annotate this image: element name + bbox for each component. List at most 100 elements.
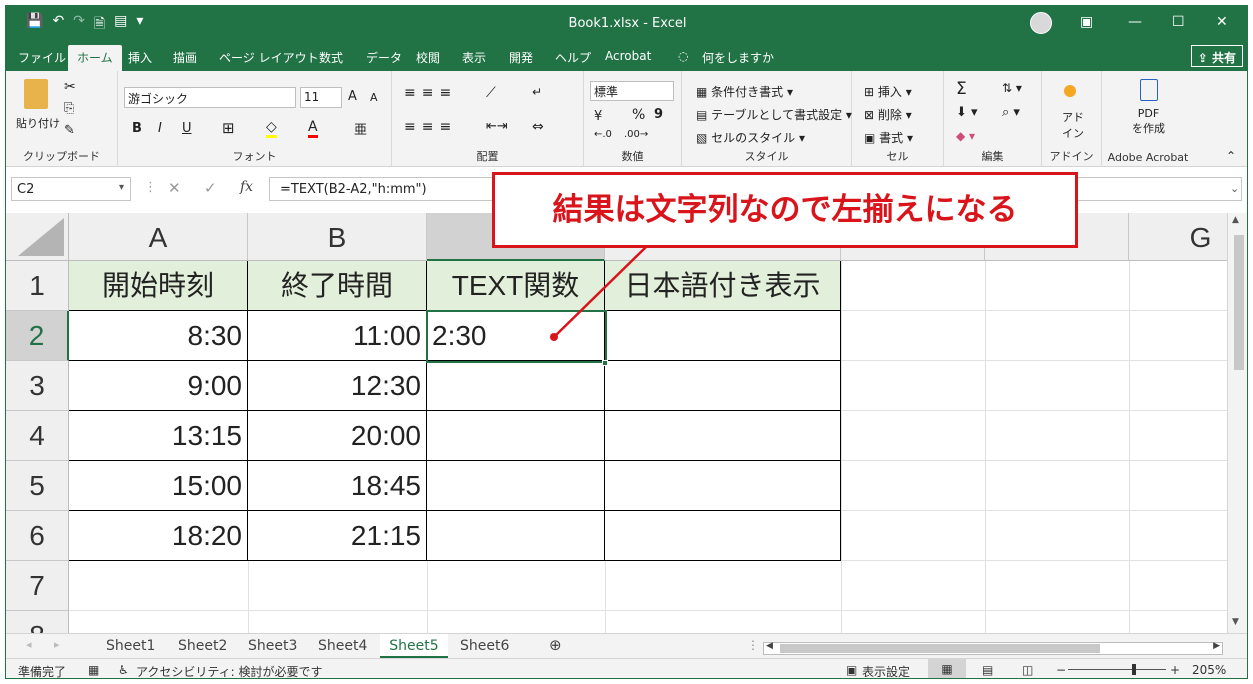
horizontal-scrollbar[interactable]: ◀ ▶ (763, 641, 1223, 655)
copy-icon[interactable]: ⎘ (64, 101, 74, 116)
create-pdf-button[interactable]: PDF を作成 (1132, 107, 1165, 136)
format-painter-icon[interactable]: ✎ (64, 123, 75, 138)
page-break-view-icon[interactable]: ◫ (1022, 663, 1033, 677)
hscroll-thumb[interactable] (780, 644, 1100, 653)
clear-icon[interactable]: ◆ ▾ (956, 129, 975, 143)
scroll-up-icon[interactable]: ▲ (1232, 215, 1239, 225)
ribbon-display-icon[interactable]: ▣ (1080, 14, 1093, 30)
tab-data[interactable]: データ (366, 49, 402, 66)
fill-color-icon[interactable]: ◇ (266, 119, 277, 138)
format-as-table-button[interactable]: ▤ テーブルとして書式設定 ▾ (696, 106, 852, 123)
maximize-button[interactable]: ☐ (1172, 14, 1185, 30)
expand-formula-icon[interactable]: ⌄ (1230, 182, 1239, 195)
cut-icon[interactable]: ✂ (64, 79, 76, 95)
paste-icon[interactable] (24, 79, 48, 109)
split-handle-icon[interactable]: ⋮ (747, 638, 759, 652)
vertical-scrollbar[interactable]: ▲ ▼ (1227, 213, 1247, 633)
bold-button[interactable]: B (132, 121, 142, 136)
font-color-icon[interactable]: A (308, 119, 318, 138)
shrink-font-button[interactable]: A (370, 91, 378, 104)
grow-font-button[interactable]: A (348, 89, 357, 104)
font-size-select[interactable]: 11 (300, 87, 342, 108)
name-box[interactable]: C2 (11, 177, 131, 201)
tab-file[interactable]: ファイル (18, 49, 66, 66)
addins-icon[interactable] (1064, 85, 1076, 97)
sort-filter-icon[interactable]: ⇅ ▾ (1002, 81, 1022, 95)
normal-view-icon[interactable]: ▦ (928, 659, 966, 678)
tab-insert[interactable]: 挿入 (128, 49, 152, 66)
italic-button[interactable]: I (158, 121, 162, 136)
share-button[interactable]: ⇪ 共有 (1190, 45, 1243, 67)
account-avatar[interactable] (1030, 12, 1052, 34)
conditional-formatting-button[interactable]: ▦ 条件付き書式 ▾ (696, 83, 793, 100)
display-settings-icon[interactable]: ▣ (846, 663, 857, 677)
tab-view[interactable]: 表示 (462, 49, 486, 66)
name-box-dropdown-icon[interactable]: ▾ (119, 182, 124, 193)
accounting-format-icon[interactable]: ¥ (594, 109, 602, 124)
zoom-out-button[interactable]: − (1056, 663, 1066, 677)
find-select-icon[interactable]: ⌕ ▾ (1002, 105, 1020, 120)
page-layout-view-icon[interactable]: ▤ (982, 663, 993, 677)
underline-button[interactable]: U (182, 121, 192, 136)
tab-formulas[interactable]: 数式 (319, 49, 343, 66)
tab-review[interactable]: 校閲 (416, 49, 440, 66)
hscroll-right-icon[interactable]: ▶ (1213, 641, 1220, 651)
insert-cells-button[interactable]: ⊞ 挿入 ▾ (864, 83, 912, 100)
close-button[interactable]: ✕ (1216, 14, 1228, 30)
sheet-tab-4[interactable]: Sheet4 (318, 638, 367, 654)
orientation-icon[interactable]: ⟋ (486, 85, 496, 101)
zoom-slider-thumb[interactable] (1132, 664, 1136, 675)
sheet-tab-6[interactable]: Sheet6 (460, 638, 509, 654)
sheet-scroll-left-icon[interactable]: ◂ (26, 638, 32, 651)
sheet-tab-1[interactable]: Sheet1 (106, 638, 155, 654)
indent-icons[interactable]: ⇤⇥ (486, 119, 508, 134)
tab-home[interactable]: ホーム (68, 45, 122, 71)
number-group: 標準 ¥ % 9 ←.0 .00→ 数値 (584, 71, 682, 167)
number-format-select[interactable]: 標準 (590, 81, 674, 101)
comma-style-button[interactable]: 9 (654, 107, 663, 122)
fill-icon[interactable]: ⬇ ▾ (956, 105, 978, 120)
paste-button[interactable]: 貼り付け (16, 115, 60, 131)
sheet-scroll-right-icon[interactable]: ▸ (54, 638, 60, 651)
scroll-down-icon[interactable]: ▼ (1232, 617, 1239, 627)
hscroll-left-icon[interactable]: ◀ (766, 641, 773, 651)
autosum-button[interactable]: Σ (956, 79, 967, 99)
phonetic-icon[interactable]: 亜 (354, 119, 367, 138)
zoom-level[interactable]: 205% (1192, 663, 1226, 677)
zoom-slider[interactable] (1068, 669, 1166, 670)
wrap-text-icon[interactable]: ↵ (532, 85, 542, 99)
addins-button[interactable]: アド イン (1062, 109, 1084, 141)
tab-page-layout[interactable]: ページ レイアウト (219, 49, 319, 66)
increase-decimal-icon[interactable]: ←.0 (594, 129, 612, 140)
merge-center-icon[interactable]: ⇔ (532, 119, 544, 135)
scroll-thumb[interactable] (1234, 235, 1244, 370)
vertical-align-icons[interactable]: ≡≡≡ (404, 85, 457, 101)
new-sheet-icon[interactable]: ⊕ (549, 636, 562, 654)
sheet-tab-3[interactable]: Sheet3 (248, 638, 297, 654)
horizontal-align-icons[interactable]: ≡≡≡ (404, 119, 457, 135)
tab-help[interactable]: ヘルプ (555, 49, 591, 66)
borders-icon[interactable]: ⊞ (222, 119, 235, 137)
zoom-in-button[interactable]: + (1170, 663, 1180, 677)
tab-acrobat[interactable]: Acrobat (605, 49, 651, 63)
accessibility-status[interactable]: アクセシビリティ: 検討が必要です (136, 663, 323, 678)
collapse-ribbon-icon[interactable]: ⌃ (1226, 149, 1236, 163)
format-cells-button[interactable]: ▣ 書式 ▾ (864, 129, 913, 146)
decrease-decimal-icon[interactable]: .00→ (624, 129, 648, 140)
minimize-button[interactable]: — (1128, 14, 1142, 30)
percent-button[interactable]: % (632, 107, 645, 123)
font-name-select[interactable]: 游ゴシック (124, 87, 296, 108)
insert-function-icon[interactable]: fx (240, 179, 253, 195)
enter-icon[interactable]: ✓ (204, 179, 217, 197)
sheet-tab-2[interactable]: Sheet2 (178, 638, 227, 654)
display-settings-button[interactable]: 表示設定 (862, 663, 910, 678)
sheet-tab-5[interactable]: Sheet5 (380, 634, 448, 658)
cancel-icon[interactable]: ✕ (168, 179, 181, 197)
tell-me-search[interactable]: 何をしますか (702, 49, 774, 66)
create-pdf-icon[interactable] (1140, 79, 1158, 101)
tab-developer[interactable]: 開発 (509, 49, 533, 66)
tab-draw[interactable]: 描画 (173, 49, 197, 66)
cell-styles-button[interactable]: ▧ セルのスタイル ▾ (696, 129, 805, 146)
delete-cells-button[interactable]: ⊠ 削除 ▾ (864, 106, 912, 123)
macro-record-icon[interactable]: ▦ (88, 663, 99, 677)
